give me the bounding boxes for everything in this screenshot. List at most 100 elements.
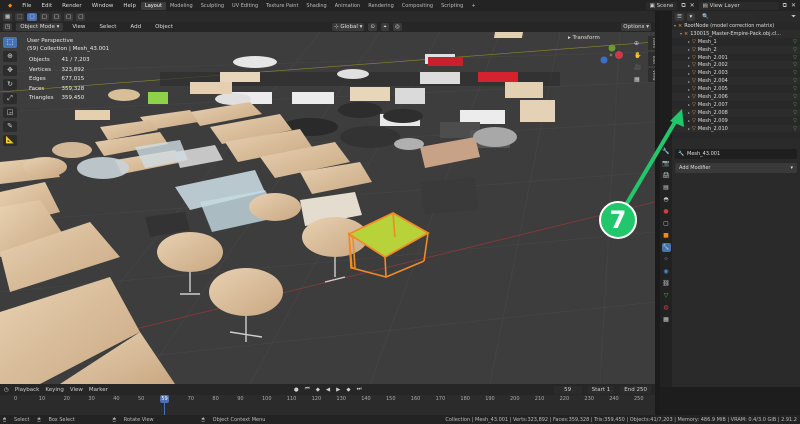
play-reverse-icon[interactable]: ◀ xyxy=(326,387,330,393)
menu-render[interactable]: Render xyxy=(57,3,87,9)
mesh-data-icon[interactable]: ▽ xyxy=(793,118,797,124)
x-axis-icon[interactable] xyxy=(615,51,623,59)
tab-layout[interactable]: Layout xyxy=(140,1,166,10)
viewport-menu-add[interactable]: Add xyxy=(125,24,146,30)
physics-properties-icon[interactable]: ◉ xyxy=(662,267,671,276)
select-intersect-icon[interactable]: ▢ xyxy=(76,12,86,21)
menu-edit[interactable]: Edit xyxy=(36,3,57,9)
timeline-menu-playback[interactable]: Playback xyxy=(15,387,40,393)
expand-arrow-icon[interactable]: ▾ xyxy=(674,23,676,28)
select-mode-icon[interactable]: ⬚ xyxy=(15,12,25,21)
editor-type-icon[interactable]: ▦ xyxy=(3,12,13,21)
snap-icon[interactable]: ⌖ xyxy=(381,23,390,31)
menu-file[interactable]: File xyxy=(17,3,36,9)
tab-shading[interactable]: Shading xyxy=(302,2,330,10)
record-icon[interactable]: ● xyxy=(294,387,299,393)
menu-help[interactable]: Help xyxy=(118,3,141,9)
jump-end-icon[interactable]: ⏭ xyxy=(357,386,362,393)
copy-scene-icon[interactable]: ⧉ xyxy=(681,2,685,10)
perspective-grid-icon[interactable]: ▦ xyxy=(634,76,643,83)
outliner-row-mesh[interactable]: ▸ ▽ Mesh_2.006 ▽ xyxy=(672,93,800,101)
blender-logo-icon[interactable]: ◆ xyxy=(3,3,17,9)
expand-arrow-icon[interactable]: ▸ xyxy=(688,79,690,84)
current-frame-field[interactable]: 59 xyxy=(553,385,582,394)
particles-properties-icon[interactable]: ⁘ xyxy=(662,255,671,264)
y-axis-icon[interactable] xyxy=(608,44,616,52)
outliner-row-mesh[interactable]: ▸ ▽ Mesh_2.009 ▽ xyxy=(672,117,800,125)
tab-texture-paint[interactable]: Texture Paint xyxy=(262,2,302,10)
timeline-menu-keying[interactable]: Keying xyxy=(45,387,63,393)
rotate-tool-icon[interactable]: ↻ xyxy=(3,79,17,90)
outliner-row-mesh[interactable]: ▸ ▽ Mesh_2.004 ▽ xyxy=(672,77,800,86)
filter-icon[interactable]: ⏷ xyxy=(791,13,796,21)
outliner-row-mesh[interactable]: ▸ ▽ Mesh_2.010 ▽ xyxy=(672,124,800,133)
menu-window[interactable]: Window xyxy=(87,3,119,9)
transform-tool-icon[interactable]: ◲ xyxy=(3,107,17,118)
data-properties-icon[interactable]: ▽ xyxy=(662,291,671,300)
annotate-tool-icon[interactable]: ✎ xyxy=(3,121,17,132)
outliner-row-group[interactable]: ▾ ⨯ 130015_Master-Empire-Pack.obj.cl... xyxy=(672,29,800,38)
next-key-icon[interactable]: ◆ xyxy=(346,387,350,393)
measure-tool-icon[interactable]: 📐 xyxy=(3,135,17,146)
viewport-editor-icon[interactable]: ◳ xyxy=(3,23,13,31)
scale-tool-icon[interactable]: ⤢ xyxy=(3,93,17,104)
prev-key-icon[interactable]: ◆ xyxy=(316,387,320,393)
zoom-icon[interactable]: ⊕ xyxy=(634,40,643,47)
select-extend-icon[interactable]: ▢ xyxy=(39,12,49,21)
outliner-row-mesh[interactable]: ▸ ▽ Mesh_2.001 ▽ xyxy=(672,54,800,62)
mesh-data-icon[interactable]: ▽ xyxy=(793,102,797,108)
end-frame-field[interactable]: End 250 xyxy=(620,385,651,394)
jump-start-icon[interactable]: ⏮ xyxy=(305,386,310,393)
object-mode-dropdown[interactable]: Object Mode ▾ xyxy=(16,23,64,31)
select-tool-icon[interactable]: ⬚ xyxy=(3,37,17,48)
playhead[interactable]: 59 xyxy=(160,395,169,403)
viewport-menu-select[interactable]: Select xyxy=(94,24,121,30)
tab-sculpting[interactable]: Sculpting xyxy=(197,2,228,10)
constraints-properties-icon[interactable]: ⛓ xyxy=(662,279,671,288)
3d-viewport[interactable] xyxy=(0,32,655,384)
viewport-menu-view[interactable]: View xyxy=(67,24,90,30)
mesh-data-icon[interactable]: ▽ xyxy=(793,47,797,53)
mesh-data-icon[interactable]: ▽ xyxy=(793,55,797,61)
modifier-properties-icon[interactable]: 🔧 xyxy=(661,243,671,252)
outliner-editor-icon[interactable]: ☰ xyxy=(675,12,684,21)
timeline-editor-icon[interactable]: ◷ xyxy=(4,387,9,393)
timeline-area[interactable]: 0102030405060708090100110120130140150160… xyxy=(0,395,655,415)
outliner-search-input[interactable]: 🔍 xyxy=(697,12,758,21)
pivot-icon[interactable]: ⊙ xyxy=(368,23,378,31)
expand-arrow-icon[interactable]: ▸ xyxy=(688,47,690,52)
expand-arrow-icon[interactable]: ▸ xyxy=(688,71,690,76)
expand-arrow-icon[interactable]: ▸ xyxy=(688,55,690,60)
expand-arrow-icon[interactable]: ▸ xyxy=(688,94,690,99)
mesh-data-icon[interactable]: ▽ xyxy=(793,62,797,68)
mesh-data-icon[interactable]: ▽ xyxy=(793,110,797,116)
view-layer-selector[interactable]: ▤ View Layer xyxy=(698,1,779,10)
outliner-row-mesh[interactable]: ▸ ▽ Mesh_2.003 ▽ xyxy=(672,69,800,77)
mesh-data-icon[interactable]: ▽ xyxy=(793,39,797,45)
outliner-row-mesh[interactable]: ▸ ▽ Mesh_2 ▽ xyxy=(672,45,800,54)
expand-arrow-icon[interactable]: ▾ xyxy=(680,31,682,36)
mesh-data-icon[interactable]: ▽ xyxy=(793,86,797,92)
mesh-data-icon[interactable]: ▽ xyxy=(793,70,797,76)
expand-arrow-icon[interactable]: ▸ xyxy=(688,39,690,44)
proportional-edit-icon[interactable]: ◎ xyxy=(393,23,402,31)
camera-view-icon[interactable]: 🎥 xyxy=(634,64,643,71)
add-workspace-icon[interactable]: + xyxy=(467,2,479,10)
z-axis-icon[interactable] xyxy=(600,56,608,64)
outliner-row-mesh[interactable]: ▸ ▽ Mesh_2.002 ▽ xyxy=(672,61,800,70)
outliner-row-mesh[interactable]: ▸ ▽ Mesh_2.008 ▽ xyxy=(672,108,800,117)
pan-hand-icon[interactable]: ✋ xyxy=(634,52,643,59)
tab-animation[interactable]: Animation xyxy=(331,2,365,10)
tab-modeling[interactable]: Modeling xyxy=(166,2,197,10)
material-properties-icon[interactable]: ◍ xyxy=(662,303,671,312)
outliner-row-root[interactable]: ▾ ⨯ RootNode (model correction matrix) xyxy=(672,22,800,30)
tab-uv-editing[interactable]: UV Editing xyxy=(228,2,262,10)
expand-arrow-icon[interactable]: ▸ xyxy=(688,63,690,68)
copy-view-layer-icon[interactable]: ⧉ xyxy=(783,2,787,10)
object-name-field[interactable]: 🔧 Mesh_43.001 xyxy=(675,149,797,159)
options-dropdown[interactable]: Options ▾ xyxy=(621,23,651,31)
select-invert-icon[interactable]: ▢ xyxy=(64,12,74,21)
texture-properties-icon[interactable]: ▦ xyxy=(662,315,671,324)
expand-arrow-icon[interactable]: ▸ xyxy=(688,87,690,92)
select-subtract-icon[interactable]: ▢ xyxy=(51,12,62,21)
